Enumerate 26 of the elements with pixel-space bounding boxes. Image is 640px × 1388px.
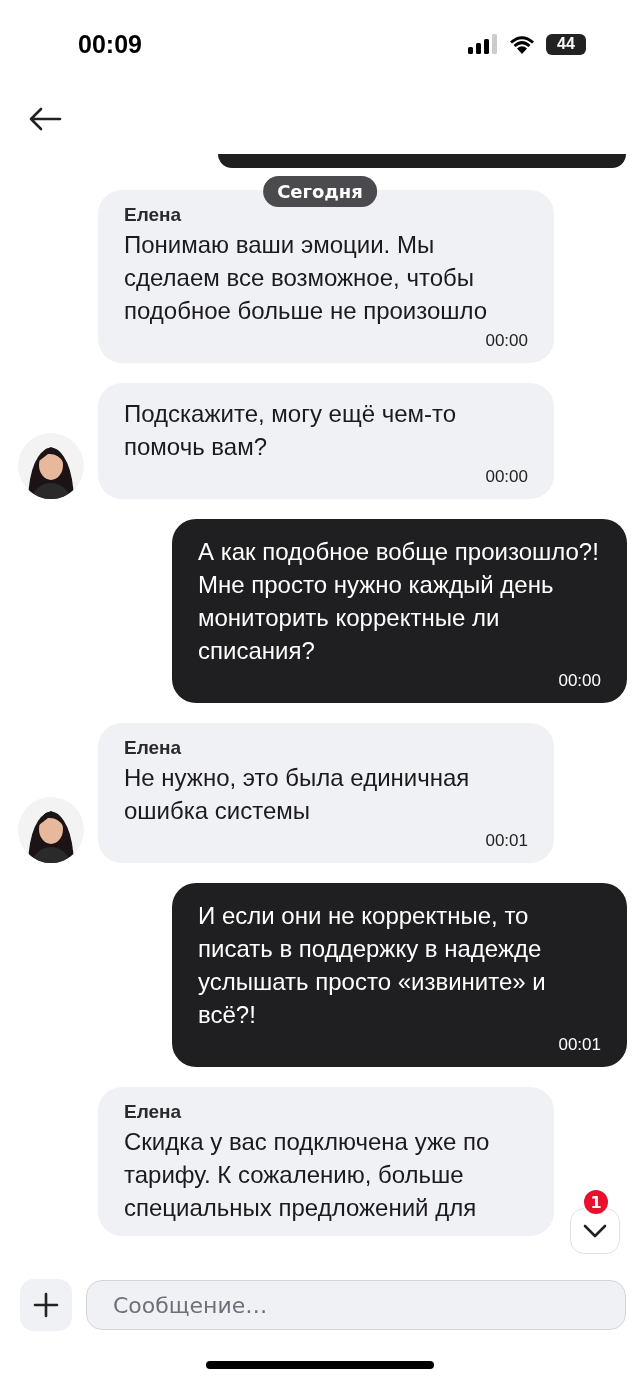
message-text: Не нужно, это была единичная ошибка системы bbox=[124, 763, 471, 826]
back-arrow-icon[interactable] bbox=[28, 107, 62, 131]
message-time: 00:01 bbox=[485, 831, 528, 851]
message-time: 00:00 bbox=[485, 467, 528, 487]
scroll-down-button[interactable] bbox=[570, 1208, 620, 1254]
sender-name: Елена bbox=[124, 737, 183, 759]
message-input[interactable]: Сообщение… bbox=[86, 1280, 626, 1330]
message-text: И если они не корректные, то писать в поддержку в надежде услышать просто «извините» и всё?! bbox=[198, 901, 547, 1030]
message-text: А как подобное вобще произошло?! Мне просто нужно каждый день мониторить корректные ли списания? bbox=[198, 537, 600, 666]
message-text: Понимаю ваши эмоции. Мы сделаем все возможное, чтобы подобное больше не произошло bbox=[124, 230, 489, 326]
chevron-down-icon bbox=[583, 1224, 607, 1238]
signal-icon bbox=[468, 34, 498, 54]
date-chip: Сегодня bbox=[263, 176, 377, 207]
attach-button[interactable] bbox=[20, 1279, 72, 1331]
sender-name: Елена bbox=[124, 204, 183, 226]
wifi-icon bbox=[508, 34, 536, 54]
message-time: 00:01 bbox=[558, 1035, 601, 1055]
message-text: Скидка у вас подключена уже по тарифу. К сожалению, больше специальных предложений для bbox=[124, 1127, 491, 1223]
unread-badge: 1 bbox=[582, 1188, 610, 1216]
plus-icon bbox=[33, 1292, 59, 1318]
message-text: Подскажите, могу ещё чем-то помочь вам? bbox=[124, 399, 458, 462]
message-time: 00:00 bbox=[485, 331, 528, 351]
battery-icon: 44 bbox=[546, 33, 586, 55]
sender-name: Елена bbox=[124, 1101, 183, 1123]
message-time: 00:00 bbox=[558, 671, 601, 691]
status-time: 00:09 bbox=[78, 29, 142, 59]
